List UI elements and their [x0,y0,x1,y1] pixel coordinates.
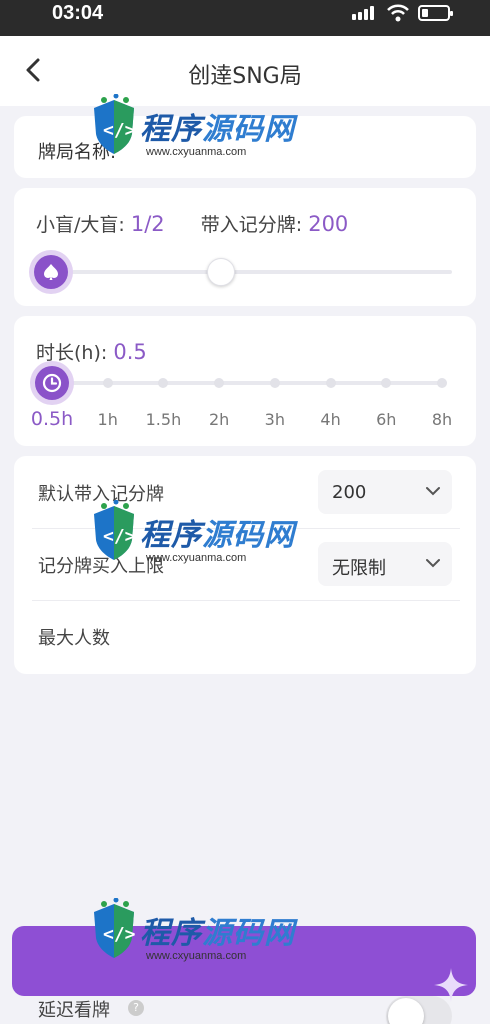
blind-slider-start[interactable] [34,255,68,289]
delay-label: 延迟看牌 [38,1000,110,1021]
blind-row: 小盲/大盲: 1/2 带入记分牌: 200 [36,210,348,237]
duration-tick-dot[interactable] [214,378,225,388]
spade-icon [44,264,58,280]
duration-tick-label[interactable]: 0.5h [31,408,73,430]
buyin-limit-select[interactable]: 无限制 [318,542,452,586]
default-buyin-value: 200 [332,482,367,503]
duration-value: 0.5 [113,340,147,364]
duration-tick-label[interactable]: 2h [209,410,229,429]
default-buyin-row: 默认带入记分牌 200 [14,456,476,528]
toggle-knob [388,998,424,1024]
signal-icon [352,6,378,20]
buyin-value: 200 [308,212,349,236]
default-buyin-label: 默认带入记分牌 [38,484,164,505]
duration-card: 时长(h): 0.5 0.5h 1h 1.5h 2h 3h 4h 6h 8h [14,316,476,446]
buyin-limit-value: 无限制 [332,558,386,579]
delay-row: 延迟看牌 ? [0,996,490,1024]
blind-slider-thumb[interactable] [207,258,236,286]
duration-tick-label[interactable]: 1h [98,410,118,429]
wifi-icon [387,4,409,22]
duration-tick-dot[interactable] [158,378,169,388]
default-buyin-select[interactable]: 200 [318,470,452,514]
battery-icon [418,5,453,21]
delay-toggle[interactable] [386,996,452,1024]
duration-tick-label[interactable]: 4h [320,410,340,429]
buyin-label: 带入记分牌: [200,214,303,236]
duration-tick-label[interactable]: 3h [265,410,285,429]
help-icon[interactable]: ? [128,1000,144,1016]
nav-bar: 创逹SNG局 [0,36,490,106]
table-name-label: 牌局名称: [38,142,117,163]
buyin-limit-row: 记分牌买入上限 无限制 [14,528,476,600]
duration-tick-dot[interactable] [437,378,447,388]
chevron-down-icon [426,559,440,568]
max-players-label: 最大人数 [38,628,110,649]
name-card[interactable]: 牌局名称: [14,116,476,178]
max-players-row[interactable]: 最大人数 [14,600,476,672]
duration-tick-dot[interactable] [269,378,280,388]
duration-row: 时长(h): 0.5 [36,338,147,365]
chevron-down-icon [426,487,440,496]
create-button[interactable] [12,926,476,996]
settings-card: 默认带入记分牌 200 记分牌买入上限 无限制 最大人数 [14,456,476,674]
duration-tick-label[interactable]: 1.5h [146,410,182,429]
duration-tick-dot[interactable] [102,378,113,388]
page-title: 创逹SNG局 [188,64,302,89]
blind-label: 小盲/大盲: [36,214,125,236]
duration-slider-thumb[interactable] [35,366,69,400]
duration-tick-dot[interactable] [381,378,392,388]
duration-tick-dot[interactable] [325,378,336,388]
status-bar: 03:04 [0,0,490,36]
blind-card: 小盲/大盲: 1/2 带入记分牌: 200 [14,188,476,306]
blind-value: 1/2 [130,212,165,236]
blind-slider-track[interactable] [54,270,452,274]
duration-tick-label[interactable]: 8h [432,410,452,429]
duration-tick-label[interactable]: 6h [376,410,396,429]
status-time: 03:04 [52,2,104,24]
buyin-limit-label: 记分牌买入上限 [38,556,164,577]
duration-label: 时长(h): [36,342,108,364]
clock-icon [42,373,62,393]
